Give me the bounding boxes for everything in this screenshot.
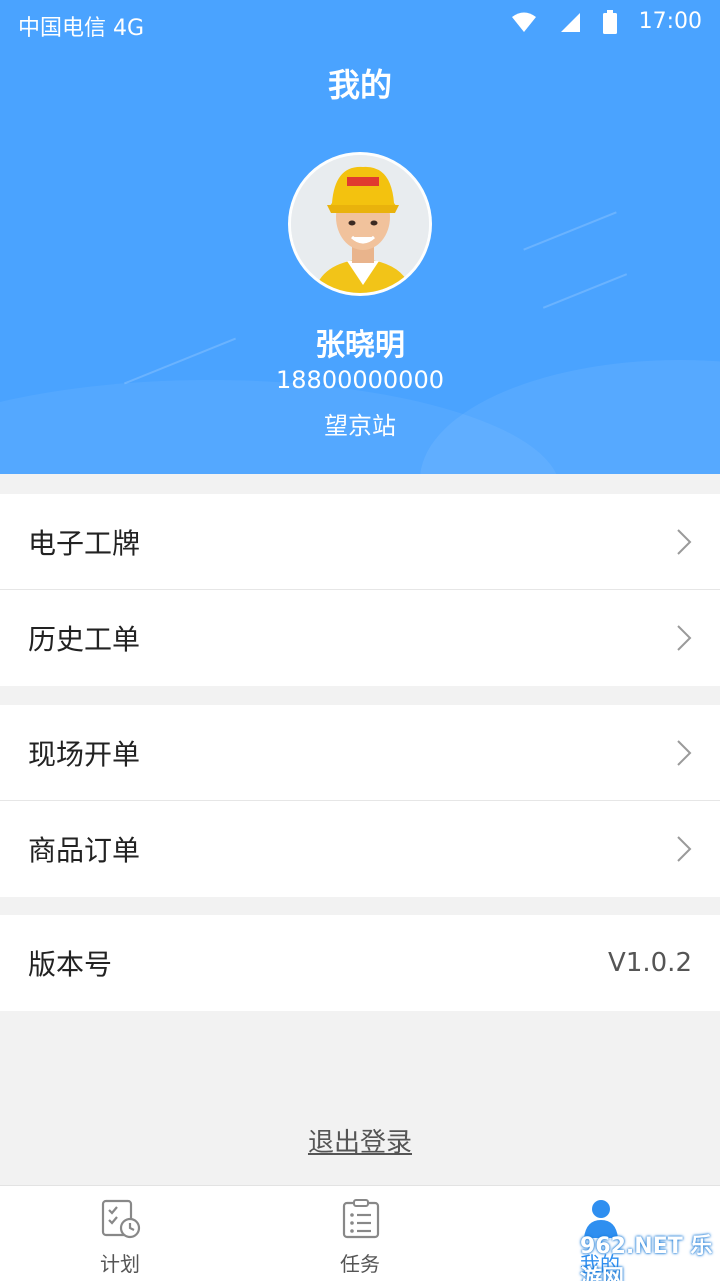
user-station: 望京站 xyxy=(324,412,396,440)
tab-plan[interactable]: 计划 xyxy=(0,1186,240,1281)
clock: 17:00 xyxy=(638,9,702,34)
avatar-image xyxy=(291,155,429,293)
menu-group-2: 现场开单 商品订单 xyxy=(0,705,720,897)
battery-icon xyxy=(602,9,617,34)
menu-item-onsite-order[interactable]: 现场开单 xyxy=(0,705,720,801)
header-streak-decoration xyxy=(523,211,617,251)
tab-label: 计划 xyxy=(100,1252,140,1276)
status-bar: 中国电信 4G 17:00 xyxy=(0,0,720,46)
user-phone: 18800000000 xyxy=(276,366,444,394)
menu-item-electronic-badge[interactable]: 电子工牌 xyxy=(0,494,720,590)
profile-header: 中国电信 4G 17:00 我的 张晓明 18800000000 望京站 xyxy=(0,0,720,474)
task-icon xyxy=(342,1199,380,1239)
header-streak-decoration xyxy=(542,273,628,309)
chevron-right-icon xyxy=(677,740,692,766)
user-name: 张晓明 xyxy=(315,328,405,363)
menu-item-product-orders[interactable]: 商品订单 xyxy=(0,801,720,897)
menu-group-1: 电子工牌 历史工单 xyxy=(0,494,720,686)
plan-icon xyxy=(101,1199,141,1239)
menu-item-label: 现场开单 xyxy=(28,737,141,771)
logout-button[interactable]: 退出登录 xyxy=(0,1122,720,1159)
avatar[interactable] xyxy=(288,152,432,296)
tab-label: 任务 xyxy=(340,1252,380,1276)
chevron-right-icon xyxy=(677,625,692,651)
watermark: 962.NET 乐游网 xyxy=(580,1234,713,1281)
wifi-icon xyxy=(511,12,536,32)
menu-item-label: 电子工牌 xyxy=(28,526,141,560)
menu-item-label: 历史工单 xyxy=(28,623,141,656)
carrier-label: 中国电信 4G xyxy=(18,16,145,41)
tab-task[interactable]: 任务 xyxy=(240,1186,480,1281)
chevron-right-icon xyxy=(677,529,692,555)
chevron-right-icon xyxy=(677,836,692,862)
menu-item-history-orders[interactable]: 历史工单 xyxy=(0,590,720,686)
menu-item-label: 商品订单 xyxy=(28,834,141,867)
version-row: 版本号 V1.0.2 xyxy=(0,915,720,1011)
version-label: 版本号 xyxy=(28,948,113,981)
version-group: 版本号 V1.0.2 xyxy=(0,915,720,1011)
signal-icon xyxy=(560,12,580,32)
page-title: 我的 xyxy=(327,66,392,104)
version-value: V1.0.2 xyxy=(608,948,692,978)
